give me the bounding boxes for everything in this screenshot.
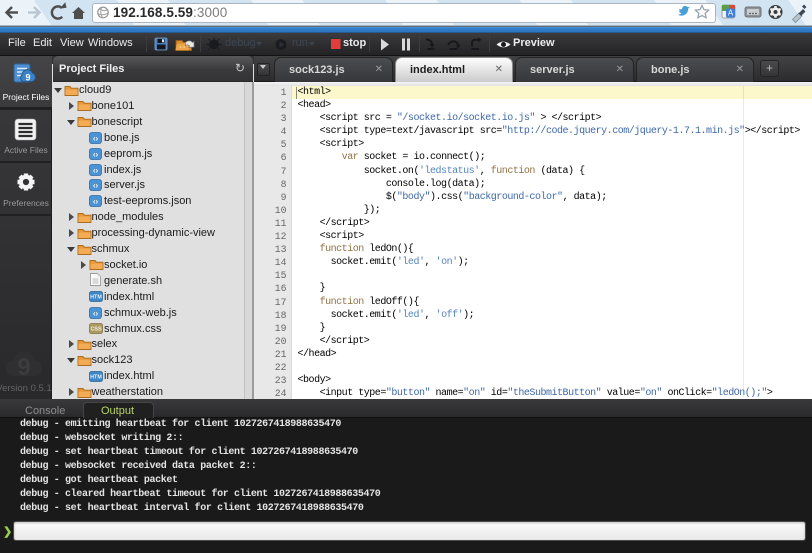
svg-text:HTM: HTM	[90, 374, 102, 380]
svg-text:9: 9	[17, 354, 30, 381]
svg-text:‹›: ‹›	[93, 197, 99, 206]
svg-text:HTM: HTM	[90, 295, 102, 301]
svg-text:A: A	[728, 9, 734, 18]
svg-text:‹›: ‹›	[93, 133, 99, 142]
svg-text:‹›: ‹›	[93, 149, 99, 158]
svg-text:CSS: CSS	[90, 327, 101, 333]
svg-text:‹›: ‹›	[93, 165, 99, 174]
svg-text:‹›: ‹›	[93, 308, 99, 317]
svg-text:9: 9	[25, 73, 30, 83]
svg-text:‹›: ‹›	[93, 181, 99, 190]
svg-text:Version 0.5.1: Version 0.5.1	[0, 383, 52, 394]
